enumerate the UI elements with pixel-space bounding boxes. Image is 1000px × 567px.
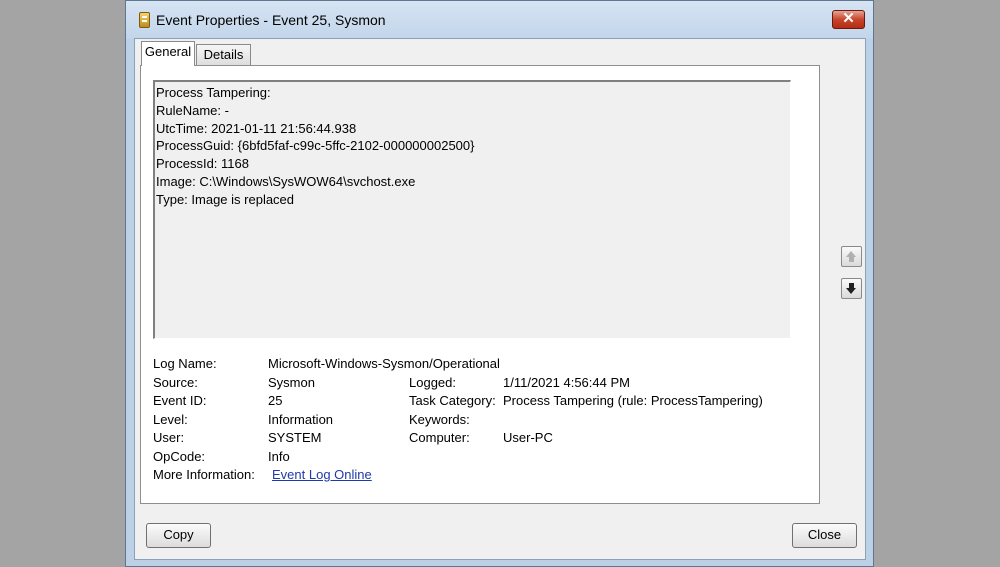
description-line: UtcTime: 2021-01-11 21:56:44.938 [156, 120, 357, 136]
next-event-button[interactable] [841, 278, 862, 299]
description-line: Process Tampering: [156, 85, 271, 100]
event-description-box[interactable]: Process Tampering: RuleName: - UtcTime: … [153, 80, 791, 339]
opcode-value: Info [268, 449, 290, 464]
logged-label: Logged: [409, 375, 456, 390]
computer-value: User-PC [503, 430, 553, 445]
event-viewer-icon [139, 12, 150, 28]
arrow-up-icon [846, 251, 857, 263]
user-value: SYSTEM [268, 430, 322, 445]
close-button[interactable]: Close [792, 523, 857, 548]
window-close-button[interactable]: ✕ [832, 10, 865, 29]
tab-general[interactable]: General [141, 41, 195, 66]
logged-value: 1/11/2021 4:56:44 PM [503, 375, 630, 390]
title-bar[interactable]: Event Properties - Event 25, Sysmon ✕ [126, 1, 873, 39]
general-tab-panel: Process Tampering: RuleName: - UtcTime: … [140, 65, 820, 504]
log-name-value: Microsoft-Windows-Sysmon/Operational [268, 356, 500, 371]
computer-label: Computer: [409, 430, 470, 445]
keywords-label: Keywords: [409, 412, 470, 427]
event-properties-window: Event Properties - Event 25, Sysmon ✕ Ge… [125, 0, 874, 567]
copy-button[interactable]: Copy [146, 523, 211, 548]
task-category-label: Task Category: [409, 393, 496, 408]
description-line: RuleName: - [156, 102, 229, 118]
more-information-label: More Information: [153, 467, 255, 482]
level-label: Level: [153, 412, 188, 427]
description-line: ProcessGuid: {6bfd5faf-c99c-5ffc-2102-00… [156, 138, 475, 154]
event-log-online-link[interactable]: Event Log Online [272, 467, 372, 482]
user-label: User: [153, 430, 185, 445]
description-line: ProcessId: 1168 [156, 156, 249, 172]
log-name-label: Log Name: [153, 356, 217, 371]
source-label: Source: [153, 375, 198, 390]
level-value: Information [268, 412, 334, 427]
event-id-label: Event ID: [153, 393, 207, 408]
tab-details[interactable]: Details [196, 44, 251, 66]
opcode-label: OpCode: [153, 449, 206, 464]
dialog-client-area: General Details Process Tampering: RuleN… [134, 38, 866, 560]
window-title: Event Properties - Event 25, Sysmon [156, 12, 386, 28]
source-value: Sysmon [268, 375, 315, 390]
description-line: Image: C:\Windows\SysWOW64\svchost.exe [156, 173, 416, 189]
task-category-value: Process Tampering (rule: ProcessTamperin… [503, 393, 763, 408]
arrow-down-icon [846, 283, 857, 295]
event-id-value: 25 [268, 393, 283, 408]
previous-event-button[interactable] [841, 246, 862, 267]
description-line: Type: Image is replaced [156, 191, 295, 207]
